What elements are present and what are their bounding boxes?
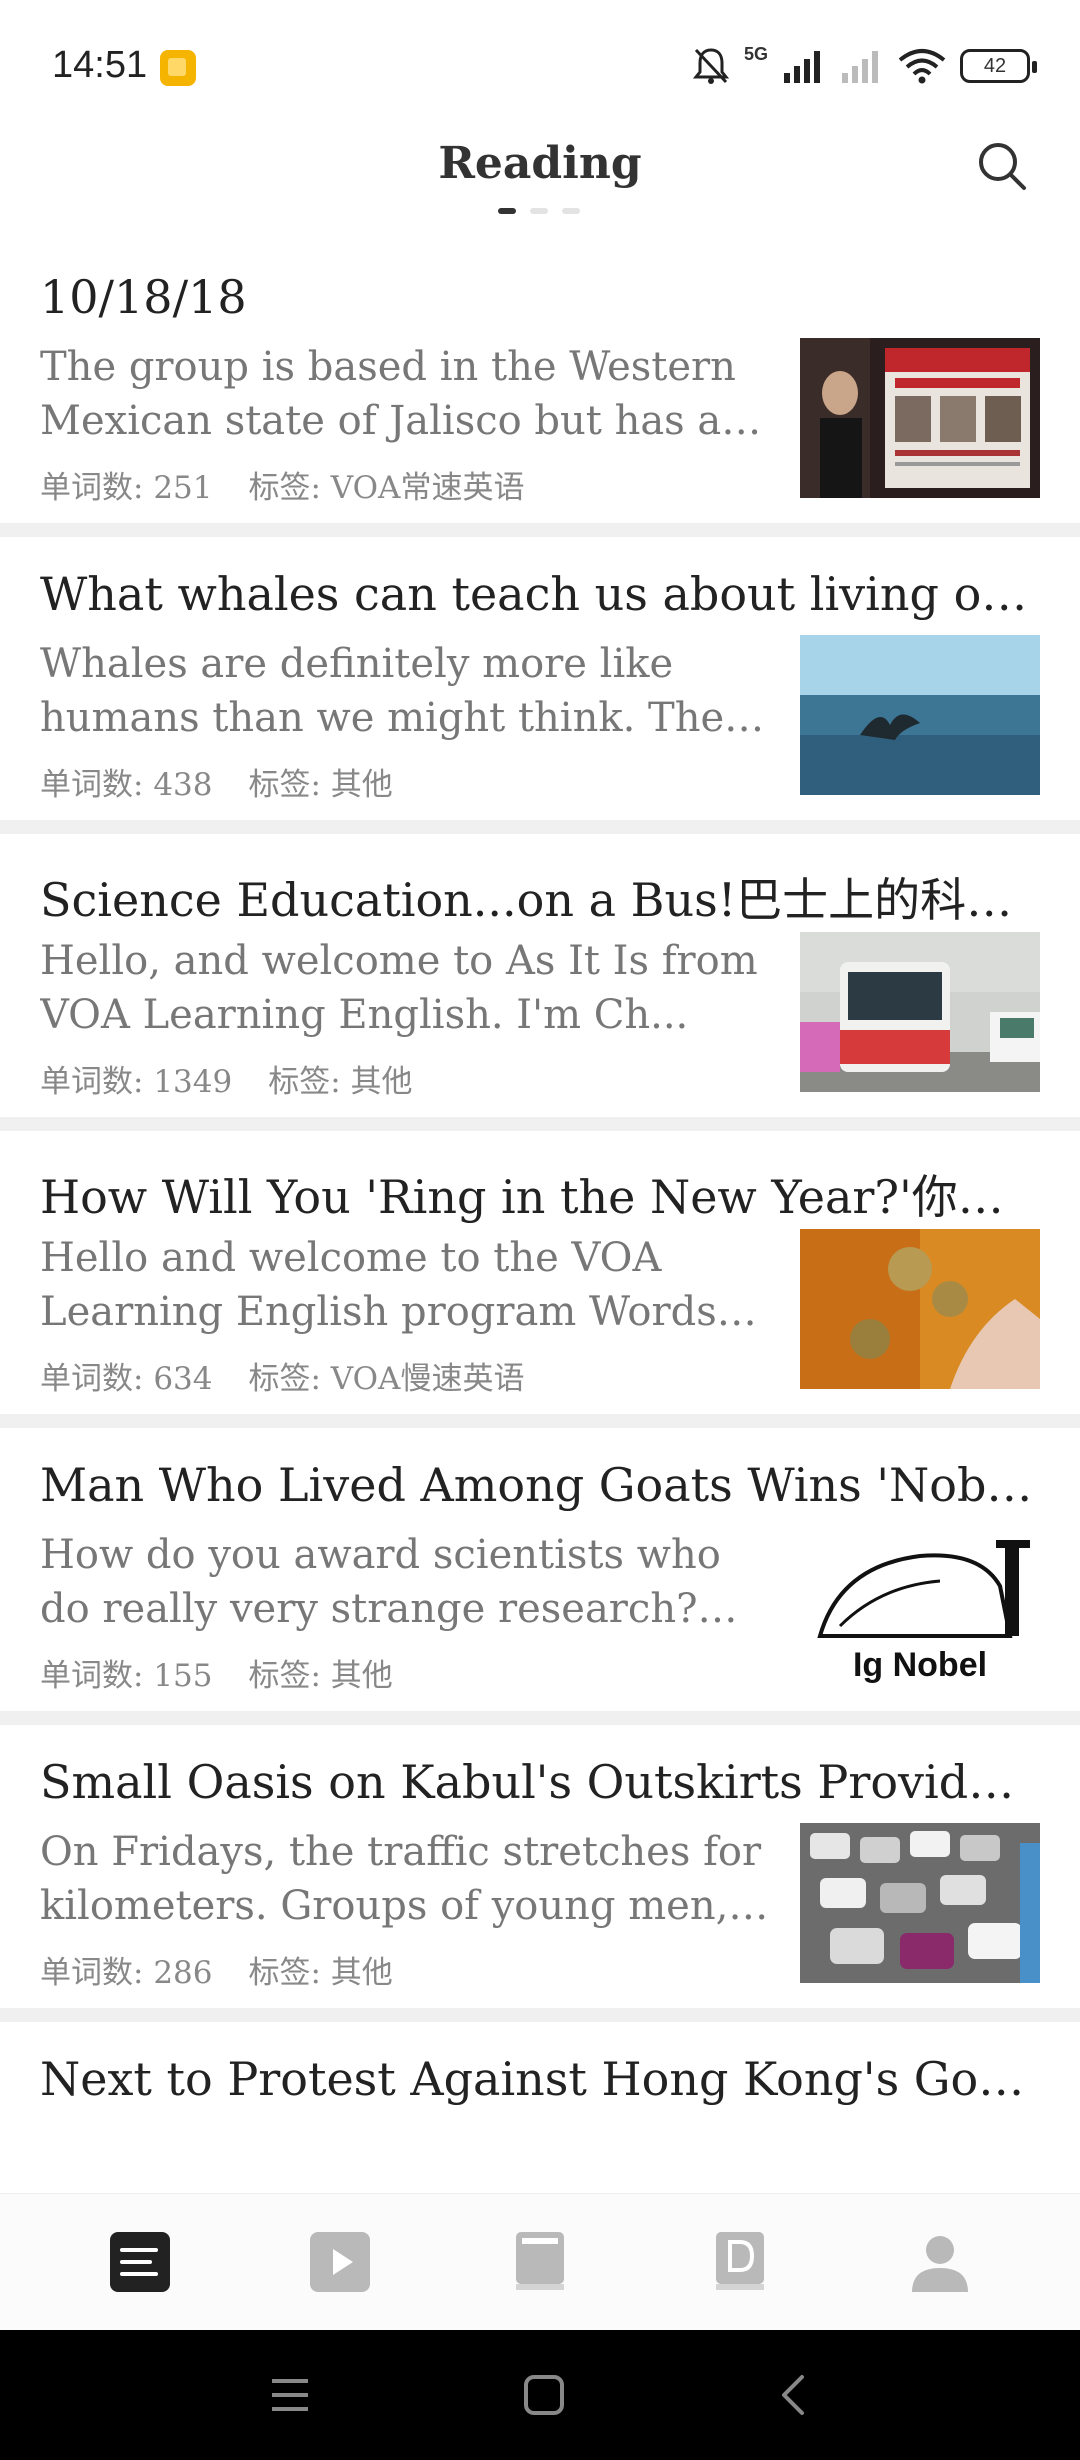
- word-count: 1349: [153, 1064, 233, 1100]
- word-count: 634: [153, 1361, 213, 1397]
- header: Reading: [0, 130, 1080, 240]
- article-card[interactable]: How Will You 'Ring in the New Year?'你将..…: [0, 1131, 1080, 1428]
- tab-profile[interactable]: [910, 2232, 970, 2292]
- network-type: 5G: [743, 44, 768, 64]
- page-dot: [530, 208, 548, 214]
- article-meta: 单词数: 286 标签: 其他: [40, 1947, 393, 1992]
- battery-icon: 42: [960, 49, 1037, 83]
- word-count-label: 单词数:: [40, 767, 154, 803]
- tag-label: 标签:: [248, 767, 331, 803]
- science-bus-image: [800, 932, 1040, 1092]
- search-icon: [979, 143, 1026, 190]
- article-card[interactable]: Next to Protest Against Hong Kong's Gove…: [0, 2022, 1080, 2193]
- article-tag: 其他: [330, 1955, 393, 1991]
- article-summary: The group is based in the Western Mexica…: [40, 344, 736, 444]
- article-summary: Hello and welcome to the VOA Learning En…: [40, 1235, 717, 1335]
- wifi-icon: [898, 49, 946, 84]
- status-bar: 14:51 5G 42: [0, 0, 1080, 130]
- dictionary-icon: [716, 2232, 764, 2290]
- article-title: Small Oasis on Kabul's Outskirts Provide…: [40, 1755, 1040, 1809]
- article-tag: 其他: [330, 1658, 393, 1694]
- tab-video[interactable]: [310, 2232, 370, 2292]
- bottom-tab-bar: [0, 2193, 1080, 2330]
- book-icon: [516, 2232, 564, 2290]
- list-icon: [110, 2232, 170, 2292]
- page-dot-active: [498, 208, 516, 214]
- article-meta: 单词数: 251 标签: VOA常速英语: [40, 462, 524, 507]
- page-dot: [562, 208, 580, 214]
- tab-reading[interactable]: [110, 2232, 170, 2292]
- article-meta: 单词数: 155 标签: 其他: [40, 1650, 393, 1695]
- search-button[interactable]: [974, 138, 1030, 194]
- word-count-label: 单词数:: [40, 1064, 154, 1100]
- article-title: What whales can teach us about living ou…: [40, 567, 1040, 621]
- tag-label: 标签:: [248, 1658, 331, 1694]
- system-nav-bar: [0, 2330, 1080, 2460]
- status-time: 14:51: [52, 44, 148, 86]
- article-meta: 单词数: 634 标签: VOA慢速英语: [40, 1353, 524, 1398]
- article-title: Science Education...on a Bus!巴士上的科学...: [40, 873, 1040, 927]
- status-icons: 5G 42: [692, 44, 1037, 88]
- traffic-image: [800, 1823, 1040, 1983]
- word-count-label: 单词数:: [40, 470, 154, 506]
- tag-label: 标签:: [268, 1064, 351, 1100]
- ig-nobel-logo-text: Ig Nobel: [853, 1646, 987, 1684]
- article-tag: VOA慢速英语: [330, 1361, 525, 1397]
- article-card[interactable]: Small Oasis on Kabul's Outskirts Provide…: [0, 1725, 1080, 2022]
- tag-label: 标签:: [248, 470, 331, 506]
- word-count-label: 单词数:: [40, 1658, 154, 1694]
- tab-dictionary[interactable]: [710, 2232, 770, 2292]
- article-tag: 其他: [350, 1064, 413, 1100]
- play-icon: [310, 2232, 370, 2292]
- person-icon: [912, 2236, 968, 2292]
- whale-tail-image: [800, 635, 1040, 795]
- article-tag: 其他: [330, 767, 393, 803]
- word-count: 251: [153, 470, 213, 506]
- page-indicator: [498, 208, 580, 214]
- page-title: Reading: [438, 138, 642, 189]
- signal-weak-icon: [842, 51, 878, 83]
- word-count: 286: [153, 1955, 213, 1991]
- article-summary: On Fridays, the traffic stretches for ki…: [40, 1829, 762, 1929]
- home-icon[interactable]: [522, 2373, 566, 2417]
- article-summary: Whales are definitely more like humans t…: [40, 641, 747, 741]
- article-summary: How do you award scientists who do reall…: [40, 1532, 721, 1632]
- article-meta: 单词数: 438 标签: 其他: [40, 759, 393, 804]
- article-summary: Hello, and welcome to As It Is from VOA …: [40, 938, 758, 1038]
- article-card[interactable]: Man Who Lived Among Goats Wins 'Nobel'..…: [0, 1428, 1080, 1725]
- article-card[interactable]: What whales can teach us about living ou…: [0, 537, 1080, 834]
- article-card[interactable]: Science Education...on a Bus!巴士上的科学... H…: [0, 834, 1080, 1131]
- signal-icon: [784, 51, 820, 83]
- mute-icon: [692, 48, 730, 84]
- back-icon[interactable]: [776, 2373, 812, 2417]
- tag-label: 标签:: [248, 1955, 331, 1991]
- article-list[interactable]: 10/18/18 The group is based in the Weste…: [0, 240, 1080, 2193]
- reward-poster-image: [800, 338, 1040, 498]
- article-title: Next to Protest Against Hong Kong's Gove…: [40, 2052, 1040, 2106]
- article-meta: 单词数: 1349 标签: 其他: [40, 1056, 413, 1101]
- battery-level: 42: [983, 54, 1007, 77]
- ig-nobel-image: Ig Nobel: [800, 1526, 1040, 1686]
- article-title: Man Who Lived Among Goats Wins 'Nobel'..…: [40, 1458, 1040, 1512]
- tab-book[interactable]: [510, 2232, 570, 2292]
- article-title: How Will You 'Ring in the New Year?'你将..…: [40, 1170, 1040, 1224]
- article-tag: VOA常速英语: [330, 470, 525, 506]
- word-count: 155: [153, 1658, 213, 1694]
- word-count-label: 单词数:: [40, 1955, 154, 1991]
- notification-icon: [160, 50, 196, 86]
- word-count: 438: [153, 767, 213, 803]
- word-count-label: 单词数:: [40, 1361, 154, 1397]
- article-card[interactable]: 10/18/18 The group is based in the Weste…: [0, 240, 1080, 537]
- menu-icon[interactable]: [268, 2375, 312, 2415]
- tag-label: 标签:: [248, 1361, 331, 1397]
- bells-image: [800, 1229, 1040, 1389]
- article-title: 10/18/18: [40, 270, 247, 324]
